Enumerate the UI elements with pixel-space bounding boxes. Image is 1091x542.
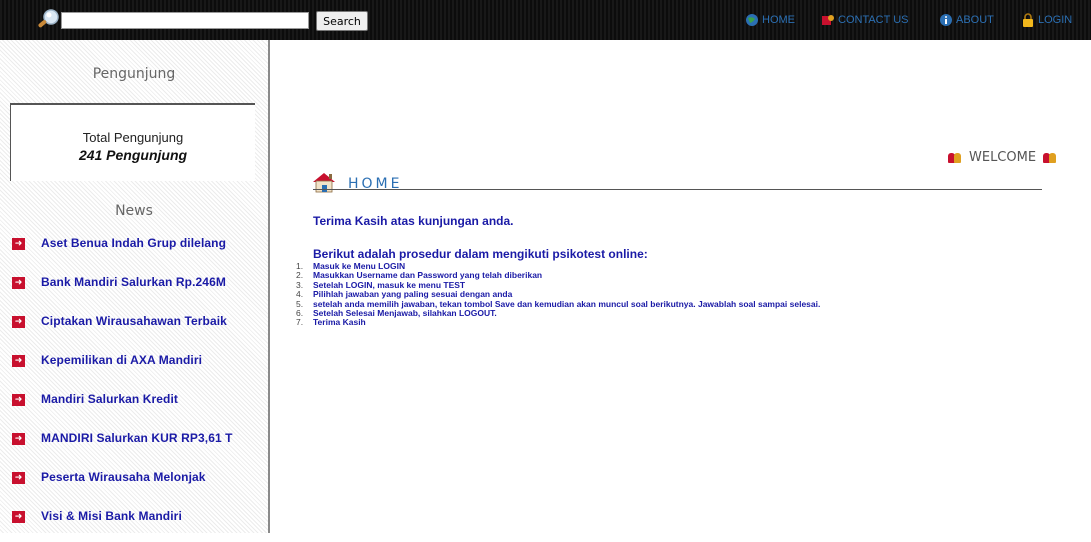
welcome-text: WELCOME <box>969 150 1037 165</box>
news-item[interactable]: ➜ Ciptakan Wirausahawan Terbaik <box>0 308 268 347</box>
nav-about[interactable]: ABOUT <box>939 13 994 27</box>
welcome-banner: WELCOME <box>948 150 1057 165</box>
magnifier-logo-icon <box>38 9 59 28</box>
nav-login[interactable]: LOGIN <box>1021 13 1072 27</box>
arrow-right-icon: ➜ <box>12 316 25 328</box>
contact-icon <box>822 15 834 25</box>
news-item[interactable]: ➜ Visi & Misi Bank Mandiri <box>0 503 268 542</box>
procedure-step: 7. Terima Kasih <box>296 317 366 328</box>
arrow-right-icon: ➜ <box>12 238 25 250</box>
title-divider <box>313 189 1042 190</box>
news-link[interactable]: Bank Mandiri Salurkan Rp.246M <box>41 275 226 289</box>
visitor-counter-box: Total Pengunjung 241 Pengunjung <box>10 103 255 181</box>
news-link[interactable]: Visi & Misi Bank Mandiri <box>41 509 182 523</box>
news-link[interactable]: Kepemilikan di AXA Mandiri <box>41 353 202 367</box>
top-bar: Search HOME CONTACT US ABOUT LOGIN <box>0 0 1091 40</box>
news-link[interactable]: Ciptakan Wirausahawan Terbaik <box>41 314 227 328</box>
step-text: Terima Kasih <box>313 317 366 328</box>
arrow-right-icon: ➜ <box>12 355 25 367</box>
news-item[interactable]: ➜ Aset Benua Indah Grup dilelang <box>0 230 268 269</box>
news-link[interactable]: Mandiri Salurkan Kredit <box>41 392 178 406</box>
nav-contact[interactable]: CONTACT US <box>821 13 909 27</box>
news-item[interactable]: ➜ MANDIRI Salurkan KUR RP3,61 T <box>0 425 268 464</box>
procedure-title: Berikut adalah prosedur dalam mengikuti … <box>313 247 648 261</box>
visitors-value: 241 Pengunjung <box>78 147 188 163</box>
news-item[interactable]: ➜ Peserta Wirausaha Melonjak <box>0 464 268 503</box>
news-item[interactable]: ➜ Mandiri Salurkan Kredit <box>0 386 268 425</box>
lock-icon <box>1023 13 1033 27</box>
arrow-right-icon: ➜ <box>12 394 25 406</box>
users-icon <box>948 152 962 164</box>
users-icon <box>1043 152 1057 164</box>
nav-contact-label: CONTACT US <box>838 14 909 26</box>
nav-home-label: HOME <box>762 14 795 26</box>
news-heading-text: News <box>115 203 153 219</box>
info-icon <box>940 14 952 26</box>
procedure-steps: 1. Masuk ke Menu LOGIN 2. Masukkan Usernam… <box>296 261 820 328</box>
news-list: ➜ Aset Benua Indah Grup dilelang ➜ Bank Ma… <box>0 230 268 542</box>
news-link[interactable]: MANDIRI Salurkan KUR RP3,61 T <box>41 431 233 445</box>
news-link[interactable]: Peserta Wirausaha Melonjak <box>41 470 206 484</box>
nav-about-label: ABOUT <box>956 14 994 26</box>
procedure-step: 6. Setelah Selesai Menjawab, silahkan LOG… <box>296 307 497 318</box>
arrow-right-icon: ➜ <box>12 433 25 445</box>
visitors-heading-text: Pengunjung <box>92 66 176 82</box>
thanks-text: Terima Kasih atas kunjungan anda. <box>313 214 514 228</box>
sidebar: Pengunjung Total Pengunjung 241 Pengunju… <box>0 40 270 533</box>
nav-login-label: LOGIN <box>1038 14 1073 26</box>
news-item[interactable]: ➜ Bank Mandiri Salurkan Rp.246M <box>0 269 268 308</box>
arrow-right-icon: ➜ <box>12 277 25 289</box>
news-item[interactable]: ➜ Kepemilikan di AXA Mandiri <box>0 347 268 386</box>
search-button[interactable]: Search <box>316 11 368 31</box>
news-link[interactable]: Aset Benua Indah Grup dilelang <box>41 236 226 250</box>
visitors-heading: Pengunjung <box>0 40 268 100</box>
arrow-right-icon: ➜ <box>12 472 25 484</box>
search-input[interactable] <box>61 12 309 29</box>
nav-home[interactable]: HOME <box>745 13 795 27</box>
visitors-label: Total Pengunjung <box>82 130 184 145</box>
arrow-right-icon: ➜ <box>12 511 25 523</box>
globe-icon <box>746 14 758 26</box>
news-heading: News <box>0 177 268 237</box>
